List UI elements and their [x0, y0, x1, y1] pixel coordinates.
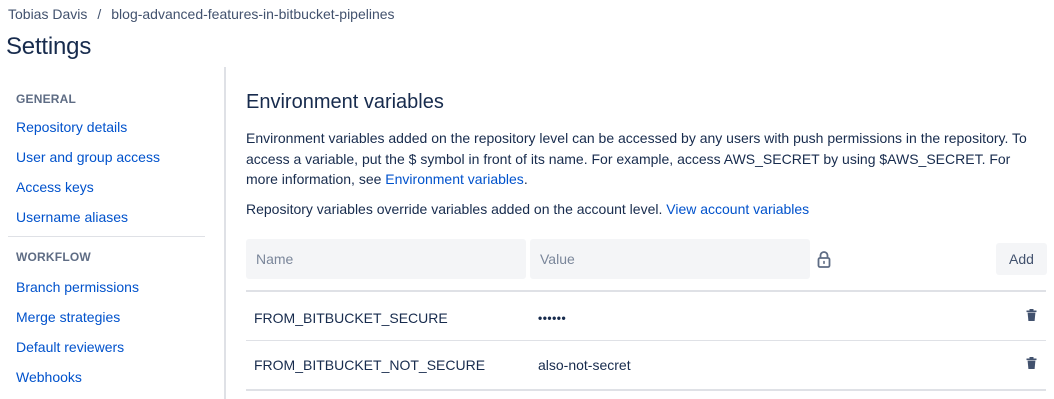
sidebar-heading-workflow: WORKFLOW	[16, 250, 91, 264]
environment-variables-link[interactable]: Environment variables	[385, 171, 524, 187]
breadcrumb-owner-link[interactable]: Tobias Davis	[8, 6, 87, 22]
override-note: Repository variables override variables …	[246, 201, 809, 217]
description-text: Environment variables added on the repos…	[246, 128, 1046, 190]
table-header-divider	[246, 290, 1046, 292]
variable-value: also-not-secret	[538, 357, 631, 373]
sidebar-item-repository-details[interactable]: Repository details	[16, 119, 127, 135]
sidebar-item-username-aliases[interactable]: Username aliases	[16, 209, 128, 225]
description-suffix: .	[523, 171, 528, 187]
variable-name: FROM_BITBUCKET_SECURE	[254, 310, 448, 326]
sidebar-divider	[8, 236, 205, 237]
variable-name-input[interactable]	[246, 239, 526, 279]
description-body: Environment variables added on the repos…	[246, 130, 1027, 187]
lock-icon[interactable]	[817, 250, 831, 268]
sidebar-item-merge-strategies[interactable]: Merge strategies	[16, 309, 120, 325]
sidebar-item-branch-permissions[interactable]: Branch permissions	[16, 279, 139, 295]
sidebar-item-webhooks[interactable]: Webhooks	[16, 369, 82, 385]
override-text: Repository variables override variables …	[246, 201, 667, 217]
main-content: Environment variables Environment variab…	[246, 0, 1054, 399]
sidebar-item-user-and-group-access[interactable]: User and group access	[16, 149, 160, 165]
table-bottom-divider	[246, 389, 1046, 391]
breadcrumb-separator: /	[97, 6, 102, 22]
trash-icon[interactable]	[1026, 308, 1037, 321]
variable-value-input[interactable]	[530, 239, 810, 279]
trash-icon[interactable]	[1026, 356, 1037, 369]
variable-name: FROM_BITBUCKET_NOT_SECURE	[254, 357, 486, 373]
settings-sidebar: GENERAL Repository details User and grou…	[0, 67, 226, 399]
add-variable-button[interactable]: Add	[996, 243, 1047, 275]
sidebar-heading-general: GENERAL	[16, 92, 77, 106]
section-title: Environment variables	[246, 91, 444, 113]
view-account-variables-link[interactable]: View account variables	[666, 201, 809, 217]
row-divider	[246, 340, 1046, 341]
sidebar-item-access-keys[interactable]: Access keys	[16, 179, 94, 195]
variable-value-masked: ••••••	[538, 311, 567, 325]
page-title: Settings	[6, 33, 92, 60]
sidebar-item-default-reviewers[interactable]: Default reviewers	[16, 339, 124, 355]
